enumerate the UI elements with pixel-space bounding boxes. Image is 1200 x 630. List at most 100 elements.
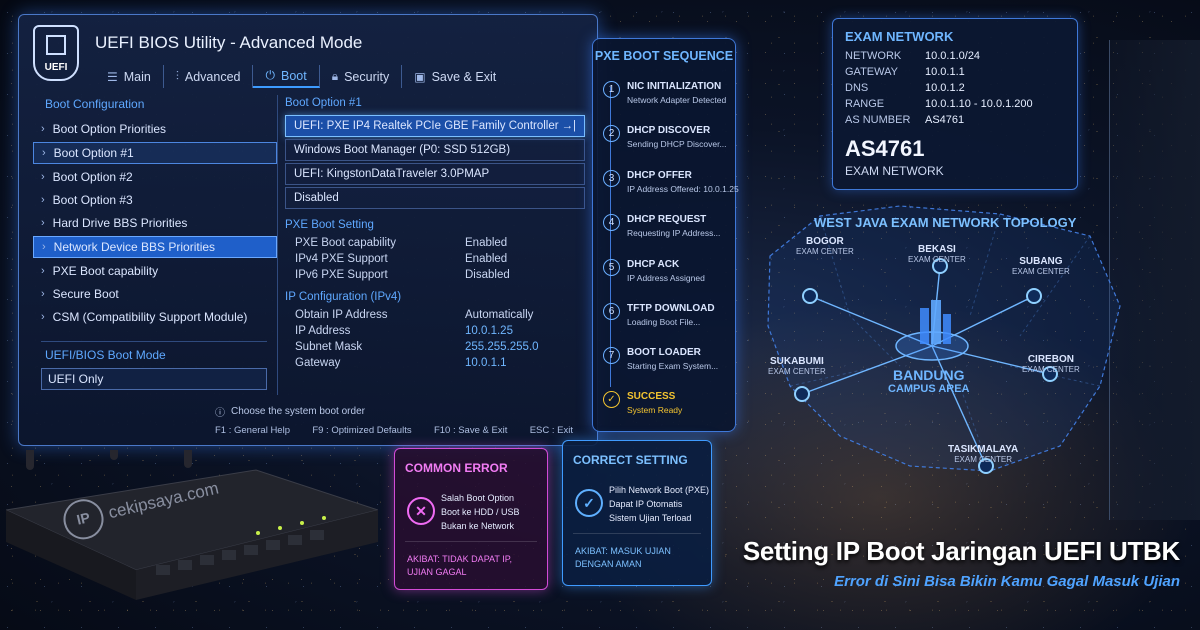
setting-row[interactable]: IPv6 PXE Support Disabled	[295, 269, 585, 281]
enter-arrow-icon: →|	[561, 120, 577, 132]
bios-title: UEFI BIOS Utility - Advanced Mode	[95, 33, 363, 52]
menu-label: Boot Option #2	[52, 170, 133, 184]
menu-secure-boot[interactable]: › Secure Boot	[33, 284, 277, 304]
correct-line: Pilih Network Boot (PXE)	[609, 485, 710, 495]
bios-window: UEFI UEFI BIOS Utility - Advanced Mode ☰…	[18, 14, 598, 446]
network-value: 10.0.1.10 - 10.0.1.200	[925, 98, 1033, 110]
ip-settings: IP Configuration (IPv4) Obtain IP Addres…	[285, 291, 585, 369]
key-f9: F9 : Optimized Defaults	[312, 425, 412, 436]
node-sukabumi[interactable]	[794, 386, 810, 402]
tab-advanced[interactable]: ⫶ Advanced	[164, 65, 254, 88]
step-desc: Sending DHCP Discover...	[627, 139, 727, 149]
boot-option-windows[interactable]: Windows Boot Manager (P0: SSD 512GB)	[285, 139, 585, 161]
chip-icon	[46, 35, 66, 55]
network-value: 10.0.1.0/24	[925, 50, 981, 62]
network-row: AS NUMBER AS4761	[845, 114, 1077, 126]
setting-row[interactable]: Subnet Mask 255.255.255.0	[295, 341, 585, 353]
setting-key: Obtain IP Address	[295, 309, 388, 321]
tab-label: Save & Exit	[431, 69, 497, 84]
info-icon: ⓘ	[215, 408, 225, 419]
network-row: DNS 10.0.1.2	[845, 82, 1077, 94]
menu-boot-option-1[interactable]: › Boot Option #1	[33, 142, 277, 164]
boot-option-usb[interactable]: UEFI: KingstonDataTraveler 3.0PMAP	[285, 163, 585, 185]
pxe-settings-heading: PXE Boot Setting	[285, 219, 374, 231]
node-name: SUBANG	[1019, 256, 1063, 267]
menu-label: Boot Option Priorities	[52, 122, 167, 136]
step-number: 6	[603, 303, 620, 320]
setting-row[interactable]: Obtain IP Address Automatically	[295, 309, 585, 321]
exam-network-title: EXAM NETWORK	[845, 29, 954, 44]
chevron-right-icon: ›	[41, 217, 45, 229]
chevron-right-icon: ›	[41, 265, 45, 277]
menu-csm[interactable]: › CSM (Compatibility Support Module)	[33, 307, 277, 327]
boot-option-pxe[interactable]: UEFI: PXE IP4 Realtek PCIe GBE Family Co…	[285, 115, 585, 137]
headline-subtitle: Error di Sini Bisa Bikin Kamu Gagal Masu…	[834, 573, 1180, 590]
menu-boot-option-priorities[interactable]: › Boot Option Priorities	[33, 119, 277, 139]
network-key: DNS	[845, 82, 869, 94]
setting-value: 10.0.1.1	[465, 357, 507, 369]
tab-label: Advanced	[184, 69, 241, 84]
boot-option-heading: Boot Option #1	[285, 97, 362, 109]
correct-title: CORRECT SETTING	[573, 453, 688, 467]
node-subang[interactable]	[1026, 288, 1042, 304]
boot-option-disabled[interactable]: Disabled	[285, 187, 585, 209]
setting-row[interactable]: IPv4 PXE Support Enabled	[295, 253, 585, 265]
tab-label: Boot	[280, 68, 307, 83]
step-title: BOOT LOADER	[627, 347, 701, 358]
lock-icon: 🔒︎	[331, 69, 339, 83]
node-sub: EXAM CENTER	[954, 455, 1012, 464]
network-row: GATEWAY 10.0.1.1	[845, 66, 1077, 78]
hub-sub: CAMPUS AREA	[888, 383, 970, 395]
menu-network-device-bbs[interactable]: › Network Device BBS Priorities	[33, 236, 277, 258]
setting-key: Gateway	[295, 357, 341, 369]
power-icon: ⏻	[265, 68, 275, 82]
boot-mode-select[interactable]: UEFI Only	[41, 368, 267, 390]
menu-label: Hard Drive BBS Priorities	[52, 216, 188, 230]
antenna	[184, 450, 192, 468]
menu-boot-option-2[interactable]: › Boot Option #2	[33, 167, 277, 187]
divider	[573, 533, 701, 534]
setting-key: IPv4 PXE Support	[295, 253, 388, 265]
as-number-caption: EXAM NETWORK	[845, 164, 944, 178]
node-bogor[interactable]	[802, 288, 818, 304]
antenna	[26, 450, 34, 470]
uefi-logo-text: UEFI	[44, 62, 68, 73]
tab-main[interactable]: ☰ Main	[95, 65, 164, 88]
chevron-right-icon: ›	[42, 241, 46, 253]
setting-key: IP Address	[295, 325, 351, 337]
network-value: 10.0.1.2	[925, 82, 965, 94]
boot-mode-heading: UEFI/BIOS Boot Mode	[41, 341, 267, 368]
key-legend: F1 : General Help F9 : Optimized Default…	[215, 425, 573, 436]
menu-boot-option-3[interactable]: › Boot Option #3	[33, 190, 277, 210]
setting-row[interactable]: IP Address 10.0.1.25	[295, 325, 585, 337]
tab-security[interactable]: 🔒︎ Security	[320, 65, 403, 88]
node-name: TASIKMALAYA	[948, 444, 1019, 455]
setting-row[interactable]: Gateway 10.0.1.1	[295, 357, 585, 369]
label-subang: SUBANG EXAM CENTER	[1012, 256, 1070, 276]
headline-title: Setting IP Boot Jaringan UEFI UTBK	[742, 536, 1180, 566]
consequence-line: AKIBAT: TIDAK DAPAT IP,	[407, 554, 513, 564]
boot-mode-box: UEFI/BIOS Boot Mode UEFI Only	[41, 341, 267, 390]
bios-header: UEFI UEFI BIOS Utility - Advanced Mode ☰…	[19, 15, 597, 101]
tab-save-exit[interactable]: ▣ Save & Exit	[402, 65, 508, 88]
menu-pxe-boot-capability[interactable]: › PXE Boot capability	[33, 261, 277, 281]
step-desc: IP Address Offered: 10.0.1.25	[627, 184, 739, 194]
menu-icon: ☰	[107, 69, 118, 84]
chevron-right-icon: ›	[41, 311, 45, 323]
step-title: DHCP REQUEST	[627, 214, 707, 225]
correct-body: Pilih Network Boot (PXE) Dapat IP Otomat…	[609, 483, 709, 525]
setting-row[interactable]: PXE Boot capability Enabled	[295, 237, 585, 249]
step-number: 2	[603, 125, 620, 142]
option-label: Disabled	[294, 192, 339, 204]
network-key: RANGE	[845, 98, 885, 110]
menu-hard-drive-bbs[interactable]: › Hard Drive BBS Priorities	[33, 213, 277, 233]
correct-consequence: AKIBAT: MASUK UJIAN DENGAN AMAN	[575, 545, 671, 571]
step-title: SUCCESS	[627, 391, 676, 402]
error-title: COMMON ERROR	[405, 461, 508, 475]
common-error-card: COMMON ERROR ✕ Salah Boot Option Boot ke…	[394, 448, 548, 590]
hub-name: BANDUNG	[892, 367, 965, 383]
consequence-line: UJIAN GAGAL	[407, 567, 467, 577]
check-icon: ✓	[603, 391, 620, 408]
tab-boot[interactable]: ⏻ Boot	[253, 65, 320, 88]
pxe-boot-sequence-panel: PXE BOOT SEQUENCE 1 NIC INITIALIZATION Net…	[592, 38, 739, 432]
